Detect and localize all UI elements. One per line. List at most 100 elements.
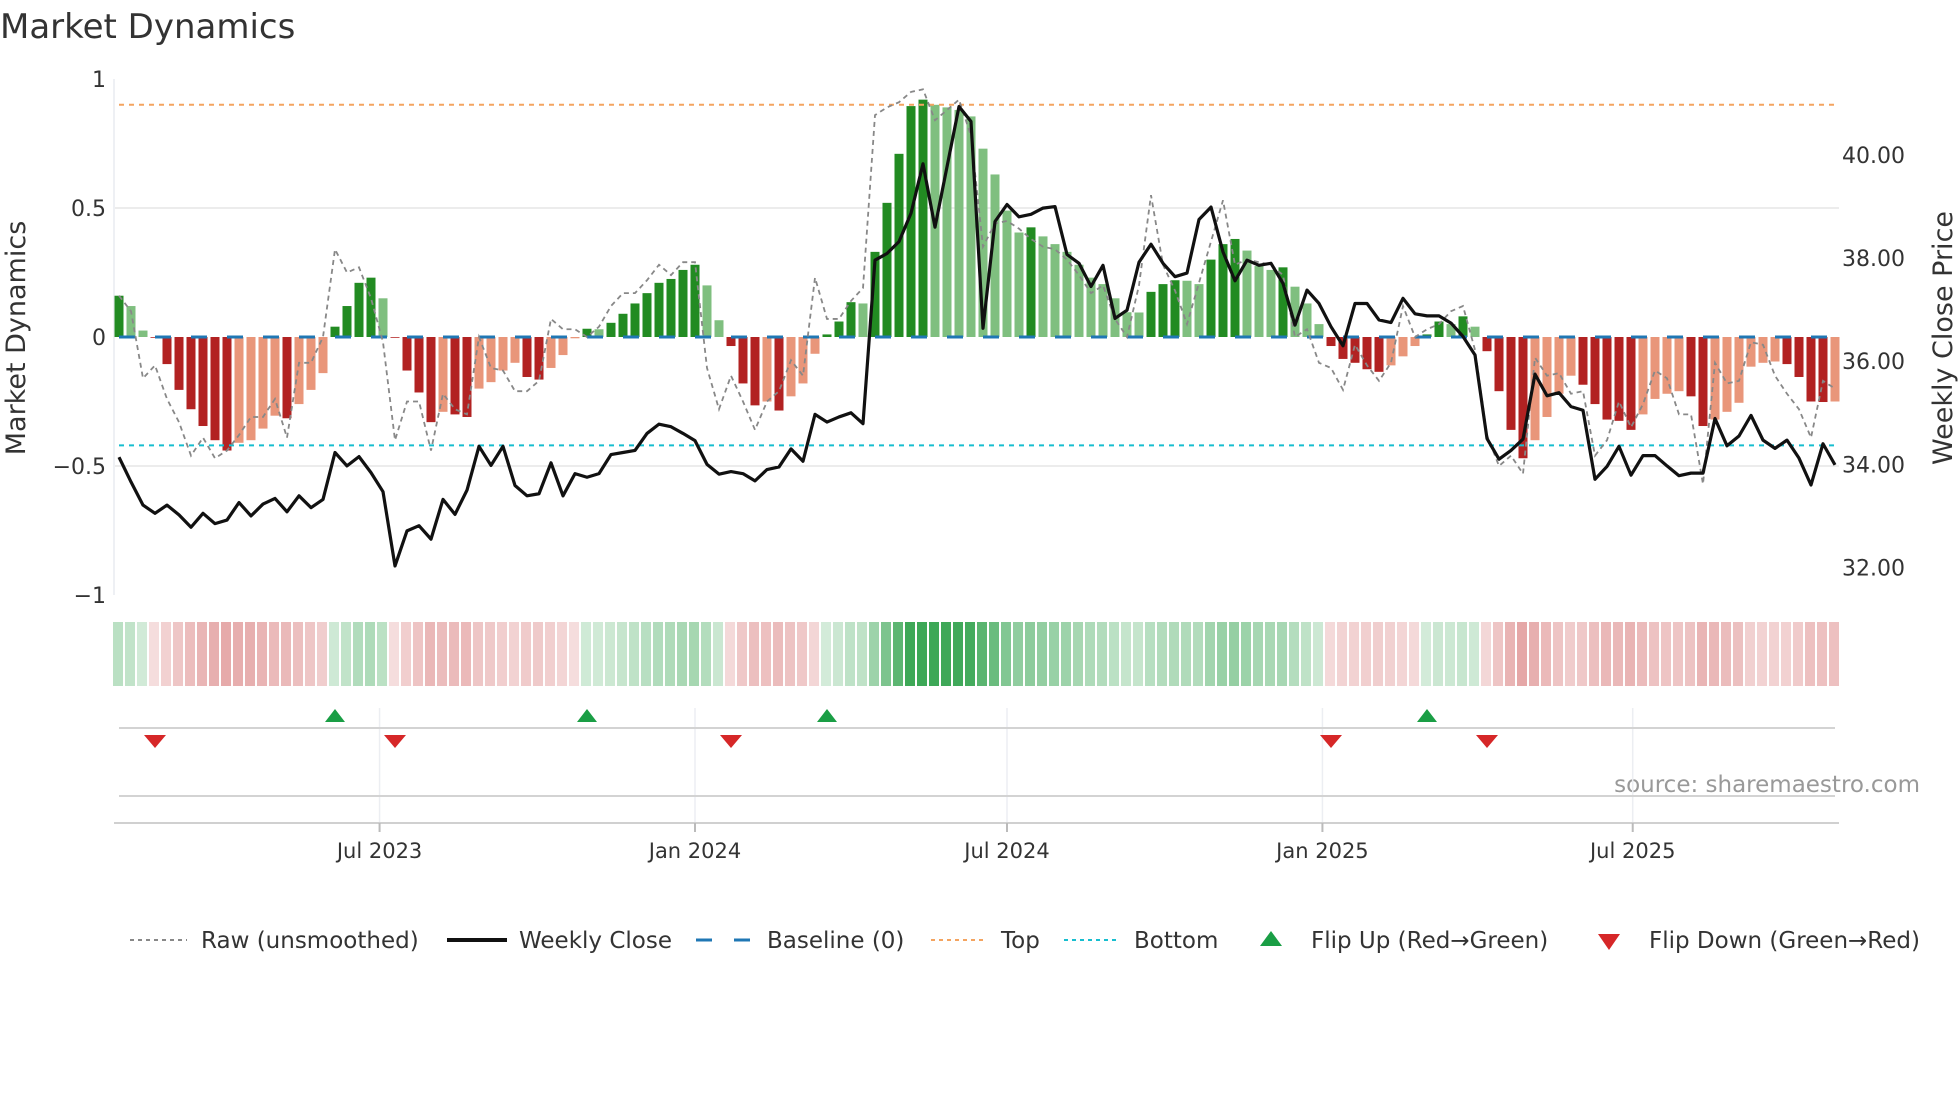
dynamics-bar (1746, 337, 1756, 367)
heat-strip-cell (725, 622, 735, 686)
heat-strip-cell (1361, 622, 1371, 686)
y-tick-label: −0.5 (53, 455, 106, 480)
dynamics-bar (1638, 337, 1648, 415)
heat-strip-cell (1577, 622, 1587, 686)
flip-down-marker-icon (384, 735, 406, 748)
heat-strip-cell (1313, 622, 1323, 686)
raw-series-line (118, 88, 1836, 485)
dynamics-bar (510, 337, 520, 363)
dynamics-bar (570, 337, 580, 339)
heat-strip-cell (1205, 622, 1215, 686)
dynamics-bar (1686, 337, 1696, 397)
heat-strip-cell (1637, 622, 1647, 686)
dynamics-bar (1014, 232, 1024, 337)
x-tick-label: Jan 2025 (1274, 839, 1369, 863)
heat-strip-cell (1145, 622, 1155, 686)
dynamics-bar (702, 285, 712, 337)
heat-strip-cell (245, 622, 255, 686)
heat-strip-cell (1169, 622, 1179, 686)
heat-strip-cell (1493, 622, 1503, 686)
y-tick-label: 0 (92, 326, 106, 351)
legend-label: Flip Down (Green→Red) (1649, 928, 1920, 954)
heat-strip-cell (809, 622, 819, 686)
heat-strip-cell (257, 622, 267, 686)
heat-strip-cell (1253, 622, 1263, 686)
heat-strip-cell (149, 622, 159, 686)
dynamics-bar (1074, 264, 1084, 337)
heat-strip-cell (401, 622, 411, 686)
heat-strip-cell (533, 622, 543, 686)
heat-strip-cell (1685, 622, 1695, 686)
dynamics-bar (1710, 337, 1720, 420)
heat-strip-cell (1001, 622, 1011, 686)
heat-strip-cell (221, 622, 231, 686)
dynamics-bar (750, 337, 760, 406)
heat-strip-cell (689, 622, 699, 686)
dynamics-bar (210, 337, 220, 441)
chart-title: Market Dynamics (0, 7, 295, 47)
flip-down-marker-icon (1476, 735, 1498, 748)
heat-strip-cell (1133, 622, 1143, 686)
heat-strip-cell (557, 622, 567, 686)
dynamics-bar (186, 337, 196, 410)
heat-strip-cell (1241, 622, 1251, 686)
dynamics-bar (1134, 312, 1144, 337)
heat-strip-cell (1457, 622, 1467, 686)
heat-strip-cell (461, 622, 471, 686)
heat-strip-cell (1157, 622, 1167, 686)
heat-strip-cell (1037, 622, 1047, 686)
dynamics-bar (1002, 210, 1012, 337)
heat-strip-cell (377, 622, 387, 686)
heat-strip-cell (569, 622, 579, 686)
dynamics-bar (1830, 337, 1840, 402)
dynamics-bar (846, 302, 856, 337)
heat-strip-cell (1229, 622, 1239, 686)
dynamics-bar (882, 202, 892, 337)
dynamics-bar (1626, 337, 1636, 430)
heat-strip-cell (521, 622, 531, 686)
dynamics-bar (630, 303, 640, 337)
dynamics-bar (762, 337, 772, 402)
heat-strip-cell (1109, 622, 1119, 686)
heat-strip-cell (1445, 622, 1455, 686)
dynamics-bar (1314, 324, 1324, 337)
y2-tick-label: 32.00 (1842, 556, 1905, 581)
heat-strip-cell (293, 622, 303, 686)
dynamics-bar (414, 337, 424, 393)
dynamics-bar (462, 337, 472, 417)
heat-strip-cell (1625, 622, 1635, 686)
y2-tick-label: 38.00 (1842, 247, 1905, 272)
y2-tick-label: 36.00 (1842, 350, 1905, 375)
dynamics-bar (138, 330, 148, 337)
heat-strip-cell (1469, 622, 1479, 686)
heat-strip-cell (233, 622, 243, 686)
heat-strip-cell (581, 622, 591, 686)
heat-strip-cell (797, 622, 807, 686)
heat-strip-cell (773, 622, 783, 686)
dynamics-bar (402, 337, 412, 371)
dynamics-bar (450, 337, 460, 415)
dynamics-bar (666, 278, 676, 337)
dynamics-bar (1698, 337, 1708, 427)
heat-strip-cell (845, 622, 855, 686)
heat-strip-cell (329, 622, 339, 686)
dynamics-bar (198, 337, 208, 427)
dynamics-bar (810, 337, 820, 354)
heat-strip-cell (449, 622, 459, 686)
heat-strip-cell (1481, 622, 1491, 686)
heat-strip-cell (305, 622, 315, 686)
heat-strip-cell (653, 622, 663, 686)
flip-up-marker-icon (1417, 709, 1437, 722)
flip-down-marker-icon (720, 735, 742, 748)
heat-strip-cell (785, 622, 795, 686)
dynamics-bar (1194, 284, 1204, 337)
heat-strip-cell (821, 622, 831, 686)
dynamics-bar (1758, 337, 1768, 363)
legend-label: Baseline (0) (767, 928, 904, 954)
heat-strip-cell (1697, 622, 1707, 686)
dynamics-bar (270, 337, 280, 416)
y2-axis-title: Weekly Close Price (1928, 211, 1959, 465)
dynamics-bar (282, 337, 292, 419)
heat-strip-cell (1565, 622, 1575, 686)
heat-strip-cell (929, 622, 939, 686)
